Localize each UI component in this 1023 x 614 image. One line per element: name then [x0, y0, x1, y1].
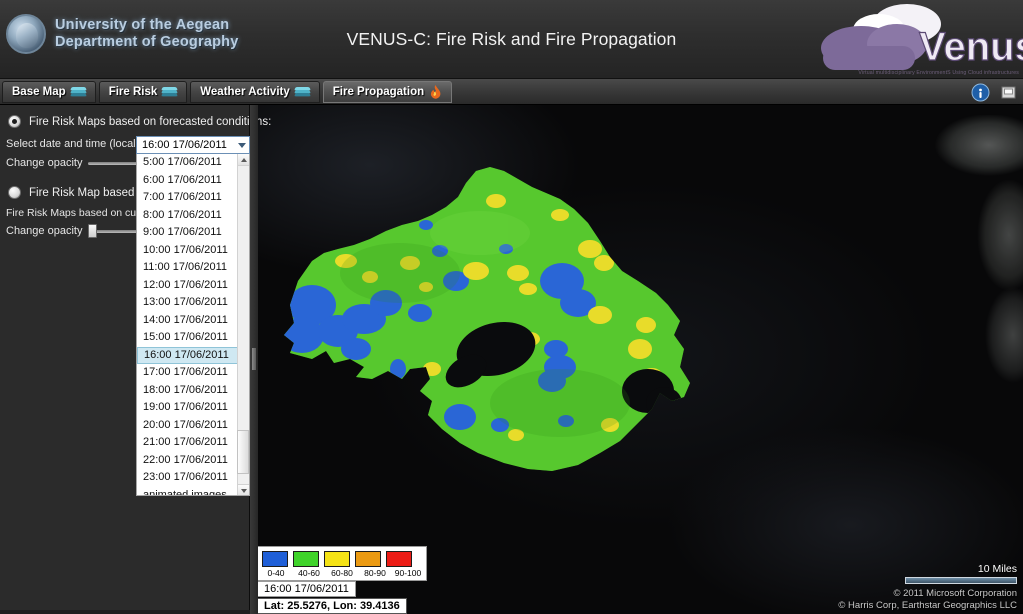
- datetime-option[interactable]: 21:00 17/06/2011: [137, 434, 239, 452]
- fire-risk-overlay-island: [260, 153, 730, 483]
- svg-text:Venus-C: Venus-C: [919, 25, 1023, 69]
- forecast-section-header[interactable]: Fire Risk Maps based on forecasted condi…: [4, 113, 271, 134]
- legend-swatch: [324, 551, 350, 567]
- datetime-option[interactable]: 23:00 17/06/2011: [137, 469, 239, 487]
- tab-label: Fire Risk: [108, 86, 158, 98]
- legend-label: 0-40: [267, 568, 285, 578]
- tab-label: Weather Activity: [200, 86, 290, 98]
- datetime-option[interactable]: 5:00 17/06/2011: [137, 154, 239, 172]
- datetime-option[interactable]: 19:00 17/06/2011: [137, 399, 239, 417]
- datetime-selected-value: 16:00 17/06/2011: [142, 139, 227, 151]
- mainland-coast: [909, 115, 1023, 295]
- legend-swatches: [262, 551, 422, 567]
- tab-fire-propagation[interactable]: Fire Propagation: [322, 81, 453, 103]
- datetime-option[interactable]: 17:00 17/06/2011: [137, 364, 239, 382]
- scrollbar-thumb[interactable]: [237, 430, 249, 474]
- legend-labels: 0-40 40-60 60-80 80-90 90-100: [262, 568, 422, 578]
- venus-c-logo: Venus-C Virtual multidisciplinary Enviro…: [815, 2, 1023, 78]
- attribution-line-2: © Harris Corp, Earthstar Geographics LLC: [838, 600, 1017, 612]
- radio-forecasted-conditions[interactable]: [8, 115, 21, 128]
- datetime-option[interactable]: 18:00 17/06/2011: [137, 382, 239, 400]
- datetime-select[interactable]: 16:00 17/06/2011 5:00 17/06/2011 6:00 17/…: [136, 136, 250, 496]
- coordinates-readout: Lat: 25.5276, Lon: 39.4136: [257, 598, 407, 614]
- datetime-option[interactable]: 12:00 17/06/2011: [137, 277, 239, 295]
- datetime-option[interactable]: 22:00 17/06/2011: [137, 452, 239, 470]
- legend-swatch: [355, 551, 381, 567]
- scale-bar: 10 Miles: [905, 563, 1017, 584]
- attribution-line-1: © 2011 Microsoft Corporation: [893, 588, 1017, 600]
- control-panel: Fire Risk Maps based on forecasted condi…: [0, 105, 271, 614]
- layers-icon: [69, 86, 87, 98]
- splitter-grip-icon[interactable]: [252, 348, 256, 370]
- opacity-label: Change opacity: [6, 224, 83, 237]
- datetime-option[interactable]: 16:00 17/06/2011: [137, 346, 239, 364]
- legend-label: 90-100: [394, 568, 422, 578]
- datetime-option[interactable]: 14:00 17/06/2011: [137, 312, 239, 330]
- radio-current-conditions[interactable]: [8, 186, 21, 199]
- datetime-option[interactable]: 20:00 17/06/2011: [137, 417, 239, 435]
- datetime-option[interactable]: 11:00 17/06/2011: [137, 259, 239, 277]
- tab-base-map[interactable]: Base Map: [2, 81, 96, 103]
- panel-status-strip: [0, 610, 250, 614]
- legend-swatch: [262, 551, 288, 567]
- tab-list: Base Map Fire Risk Weather Activity Fire…: [2, 81, 453, 103]
- scale-bar-label: 10 Miles: [977, 563, 1017, 575]
- print-icon[interactable]: [997, 81, 1019, 103]
- flame-icon: [429, 85, 442, 99]
- layers-icon: [293, 86, 311, 98]
- datetime-option[interactable]: animated images: [137, 487, 239, 496]
- panel-splitter[interactable]: [250, 105, 258, 614]
- slider-knob[interactable]: [88, 223, 98, 238]
- datetime-option[interactable]: 15:00 17/06/2011: [137, 329, 239, 347]
- map-attribution: © 2011 Microsoft Corporation © Harris Co…: [838, 588, 1017, 612]
- tab-fire-risk[interactable]: Fire Risk: [98, 81, 188, 103]
- chevron-down-icon: [238, 142, 246, 148]
- datetime-option[interactable]: 9:00 17/06/2011: [137, 224, 239, 242]
- map-canvas[interactable]: 0-40 40-60 60-80 80-90 90-100 16:00 17/0…: [250, 105, 1023, 614]
- datetime-option[interactable]: 6:00 17/06/2011: [137, 172, 239, 190]
- scroll-up-icon[interactable]: [238, 154, 249, 166]
- app-header: University of the Aegean Department of G…: [0, 0, 1023, 79]
- info-icon[interactable]: [969, 81, 991, 103]
- datetime-select-display[interactable]: 16:00 17/06/2011: [136, 136, 250, 154]
- datetime-option[interactable]: 10:00 17/06/2011: [137, 242, 239, 260]
- scroll-down-icon[interactable]: [238, 484, 249, 495]
- dropdown-scrollbar[interactable]: [237, 154, 249, 495]
- tab-bar: Base Map Fire Risk Weather Activity Fire…: [0, 79, 1023, 105]
- datetime-option[interactable]: 7:00 17/06/2011: [137, 189, 239, 207]
- scale-bar-graphic: [905, 577, 1017, 584]
- tab-weather-activity[interactable]: Weather Activity: [190, 81, 320, 103]
- forecast-section-label: Fire Risk Maps based on forecasted condi…: [29, 115, 272, 128]
- legend-label: 80-90: [364, 568, 386, 578]
- legend-swatch: [293, 551, 319, 567]
- legend-swatch: [386, 551, 412, 567]
- datetime-option-list[interactable]: 5:00 17/06/2011 6:00 17/06/2011 7:00 17/06…: [136, 154, 250, 496]
- toolbar-actions: [969, 81, 1019, 103]
- legend: 0-40 40-60 60-80 80-90 90-100: [257, 546, 427, 581]
- tab-label: Fire Propagation: [332, 86, 425, 98]
- opacity-label: Change opacity: [6, 156, 83, 169]
- legend-label: 60-80: [331, 568, 353, 578]
- datetime-option[interactable]: 8:00 17/06/2011: [137, 207, 239, 225]
- logo-tagline: Virtual multidisciplinary EnvironmentS U…: [858, 70, 1019, 76]
- application-window: University of the Aegean Department of G…: [0, 0, 1023, 614]
- map-timestamp: 16:00 17/06/2011: [257, 581, 356, 597]
- legend-label: 40-60: [298, 568, 320, 578]
- tab-label: Base Map: [12, 86, 66, 98]
- layers-icon: [161, 86, 179, 98]
- datetime-option[interactable]: 13:00 17/06/2011: [137, 294, 239, 312]
- option-items: 5:00 17/06/2011 6:00 17/06/2011 7:00 17/06…: [137, 154, 239, 496]
- mainland-coast-south: [953, 275, 1023, 405]
